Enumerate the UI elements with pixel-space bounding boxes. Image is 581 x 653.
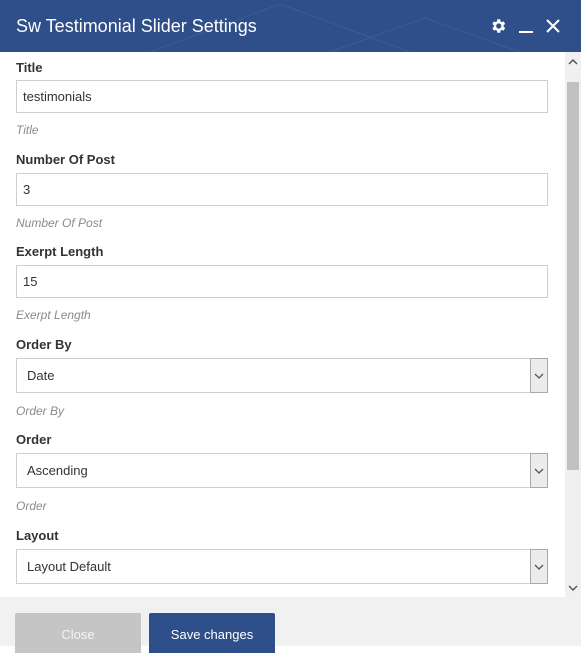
close-button[interactable]: Close <box>15 613 141 653</box>
number-of-post-input[interactable] <box>16 173 548 206</box>
exerpt-length-field: Exerpt Length Exerpt Length <box>16 244 548 322</box>
order-field: Order Ascending Order <box>16 432 548 513</box>
layout-dropdown-arrow[interactable] <box>530 549 548 584</box>
order-by-select[interactable]: Date <box>16 358 548 393</box>
order-value: Ascending <box>27 463 88 478</box>
chevron-down-icon <box>568 585 578 591</box>
gear-icon <box>492 19 506 33</box>
dialog-header: Sw Testimonial Slider Settings <box>0 0 581 52</box>
chevron-down-icon <box>534 373 544 379</box>
exerpt-length-input[interactable] <box>16 265 548 298</box>
exerpt-length-hint: Exerpt Length <box>16 308 91 322</box>
title-input[interactable] <box>16 80 548 113</box>
order-by-hint: Order By <box>16 404 65 418</box>
exerpt-length-label: Exerpt Length <box>16 244 104 259</box>
order-hint: Order <box>16 499 47 513</box>
dialog-footer: Close Save changes <box>0 597 581 653</box>
scroll-up-button[interactable] <box>565 54 581 70</box>
order-by-field: Order By Date Order By <box>16 337 548 418</box>
minimize-icon <box>519 31 533 33</box>
title-hint: Title <box>16 123 39 137</box>
scrollbar-thumb[interactable] <box>567 82 579 470</box>
vertical-scrollbar[interactable] <box>565 52 581 597</box>
number-of-post-hint: Number Of Post <box>16 216 103 230</box>
order-by-dropdown-arrow[interactable] <box>530 358 548 393</box>
number-of-post-label: Number Of Post <box>16 152 115 167</box>
dialog-body: Title Title Number Of Post Number Of Pos… <box>0 52 565 597</box>
close-icon <box>546 19 560 33</box>
layout-label: Layout <box>16 528 59 543</box>
title-field: Title Title <box>16 60 548 137</box>
dialog-title: Sw Testimonial Slider Settings <box>16 16 257 36</box>
layout-field: Layout Layout Default <box>16 528 548 584</box>
chevron-down-icon <box>534 468 544 474</box>
layout-select[interactable]: Layout Default <box>16 549 548 584</box>
save-changes-button[interactable]: Save changes <box>149 613 275 653</box>
minimize-button[interactable] <box>515 14 537 38</box>
layout-value: Layout Default <box>27 559 111 574</box>
number-of-post-field: Number Of Post Number Of Post <box>16 152 548 230</box>
close-dialog-button[interactable] <box>542 14 564 38</box>
scroll-down-button[interactable] <box>565 580 581 596</box>
chevron-up-icon <box>568 59 578 65</box>
order-by-label: Order By <box>16 337 72 352</box>
order-label: Order <box>16 432 52 447</box>
order-dropdown-arrow[interactable] <box>530 453 548 488</box>
order-by-value: Date <box>27 368 55 383</box>
order-select[interactable]: Ascending <box>16 453 548 488</box>
chevron-down-icon <box>534 564 544 570</box>
settings-button[interactable] <box>487 14 509 38</box>
title-label: Title <box>16 60 43 75</box>
